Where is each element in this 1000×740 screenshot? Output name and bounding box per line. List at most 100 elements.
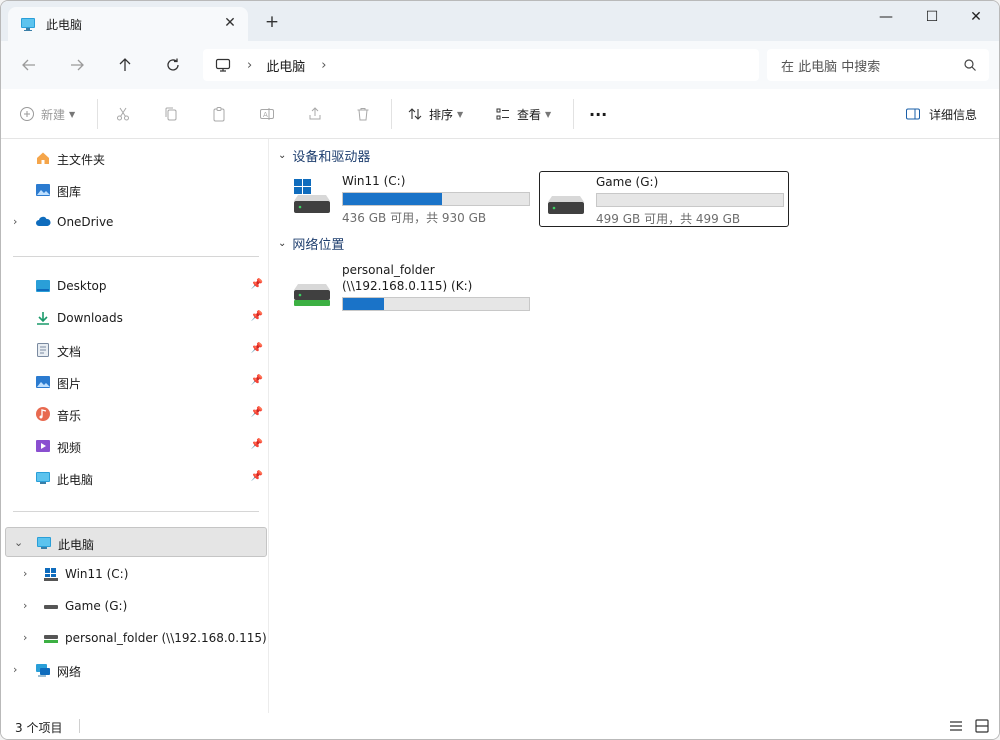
up-button[interactable]	[113, 53, 137, 77]
refresh-icon	[167, 58, 179, 71]
sidebar-item-pictures[interactable]: 图片 📌	[5, 367, 267, 397]
view-button[interactable]: 查看 ▼	[495, 104, 551, 124]
sidebar-item-label: Desktop	[57, 279, 107, 293]
paste-button[interactable]	[211, 104, 227, 124]
minimize-button[interactable]: —	[863, 1, 909, 33]
drive-name: Win11 (C:)	[342, 174, 406, 188]
arrow-right-icon	[71, 59, 84, 71]
group-header-network-locations[interactable]: ⌄ 网络位置	[278, 232, 344, 254]
sidebar-item-network[interactable]: › 网络	[5, 655, 267, 685]
plus-circle-icon	[20, 107, 34, 121]
sidebar-item-label: Downloads	[57, 311, 123, 325]
tab-this-pc[interactable]: 此电脑 ✕	[8, 7, 248, 41]
share-button[interactable]	[307, 104, 323, 124]
chevron-right-icon[interactable]: ›	[13, 663, 17, 676]
video-icon	[36, 440, 50, 452]
sidebar-item-gallery[interactable]: 图库	[5, 175, 267, 205]
chevron-down-icon[interactable]: ⌄	[278, 238, 286, 249]
back-button[interactable]	[17, 53, 41, 77]
pin-icon[interactable]: 📌	[251, 407, 263, 418]
sidebar-item-drive-c[interactable]: › Win11 (C:)	[5, 559, 267, 589]
pin-icon[interactable]: 📌	[251, 375, 263, 386]
sidebar-item-label: Win11 (C:)	[65, 567, 129, 581]
chevron-right-icon[interactable]: ›	[23, 631, 27, 644]
close-window-button[interactable]: ✕	[953, 1, 999, 33]
drive-tile-g[interactable]: Game (G:) 499 GB 可用，共 499 GB	[539, 171, 789, 227]
sidebar-item-drive-g[interactable]: › Game (G:)	[5, 591, 267, 621]
pin-icon[interactable]: 📌	[251, 311, 263, 322]
sidebar-item-home[interactable]: 主文件夹	[5, 143, 267, 173]
gallery-icon	[36, 184, 50, 196]
sidebar-item-label: 网络	[57, 665, 82, 679]
details-pane-icon	[906, 108, 920, 120]
sort-button[interactable]: 排序 ▼	[407, 104, 463, 124]
delete-button[interactable]	[355, 104, 371, 124]
chevron-down-icon: ▼	[545, 109, 552, 119]
sidebar-item-this-pc-pinned[interactable]: 此电脑 📌	[5, 463, 267, 493]
item-count: 3 个项目	[15, 721, 63, 735]
sidebar-item-this-pc[interactable]: ⌄ 此电脑	[5, 527, 267, 557]
sidebar-item-videos[interactable]: 视频 📌	[5, 431, 267, 461]
breadcrumb-chevron-icon[interactable]: ›	[247, 58, 252, 73]
monitor-outline-icon	[215, 58, 231, 72]
pin-icon[interactable]: 📌	[251, 471, 263, 482]
forward-button[interactable]	[65, 53, 89, 77]
sidebar-item-downloads[interactable]: Downloads 📌	[5, 303, 267, 333]
chevron-down-icon[interactable]: ⌄	[14, 536, 23, 549]
network-drive-icon	[294, 284, 330, 306]
status-bar: 3 个项目	[1, 713, 999, 739]
tab-close-icon[interactable]: ✕	[222, 15, 238, 31]
more-options-button[interactable]: ···	[589, 104, 607, 124]
home-icon	[37, 152, 49, 164]
pin-icon[interactable]: 📌	[251, 439, 263, 450]
search-input[interactable]: 在 此电脑 中搜索	[767, 49, 989, 81]
content-pane: ⌄ 设备和驱动器 Win11 (C:) 436 GB 可用，共 930 GB G…	[270, 139, 999, 713]
details-view-icon[interactable]	[947, 717, 965, 735]
trash-icon	[357, 108, 369, 121]
drive-usage-bar	[342, 297, 530, 311]
chevron-right-icon[interactable]: ›	[13, 215, 17, 228]
pin-icon[interactable]: 📌	[251, 279, 263, 290]
chevron-down-icon: ▼	[457, 109, 464, 119]
new-tab-button[interactable]: +	[263, 13, 281, 31]
sidebar-item-documents[interactable]: 文档 📌	[5, 335, 267, 365]
chevron-down-icon[interactable]: ⌄	[278, 150, 286, 161]
toolbar-divider	[391, 99, 392, 129]
drive-space-info: 499 GB 可用，共 499 GB	[596, 212, 741, 226]
arrow-up-icon	[119, 58, 131, 71]
chevron-right-icon[interactable]: ›	[23, 567, 27, 580]
sort-icon	[408, 108, 422, 120]
navigation-pane: 主文件夹 图库 › OneDrive Desktop 📌 Downloads 📌…	[1, 139, 275, 713]
breadcrumb-chevron-icon[interactable]: ›	[321, 58, 326, 73]
chevron-right-icon[interactable]: ›	[23, 599, 27, 612]
pin-icon[interactable]: 📌	[251, 343, 263, 354]
drive-tile-c[interactable]: Win11 (C:) 436 GB 可用，共 930 GB	[286, 171, 534, 227]
group-title: 设备和驱动器	[292, 149, 371, 165]
maximize-button[interactable]: ☐	[909, 1, 955, 33]
rename-button[interactable]: A	[259, 104, 275, 124]
refresh-button[interactable]	[161, 53, 185, 77]
tiles-view-icon[interactable]	[973, 717, 991, 735]
address-bar[interactable]: › 此电脑 ›	[203, 49, 759, 81]
sidebar-item-desktop[interactable]: Desktop 📌	[5, 271, 267, 301]
group-header-devices[interactable]: ⌄ 设备和驱动器	[278, 144, 370, 166]
tab-title: 此电脑	[46, 17, 83, 32]
music-icon	[36, 407, 50, 421]
drive-name: Game (G:)	[596, 175, 659, 189]
breadcrumb-this-pc[interactable]: 此电脑	[266, 56, 305, 75]
cut-button[interactable]	[115, 104, 131, 124]
drive-tile-network[interactable]: personal_folder (\\192.168.0.115) (K:)	[286, 260, 534, 316]
windows-drive-icon	[294, 179, 330, 213]
cloud-icon	[36, 216, 51, 226]
sidebar-item-label: Game (G:)	[65, 599, 128, 613]
sidebar-item-network-drive[interactable]: › personal_folder (\\192.168.0.115) (	[5, 623, 275, 653]
copy-button[interactable]	[163, 104, 179, 124]
details-label: 详细信息	[929, 107, 978, 122]
sidebar-item-music[interactable]: 音乐 📌	[5, 399, 267, 429]
new-button[interactable]: 新建 ▼	[19, 104, 75, 124]
details-pane-button[interactable]: 详细信息	[905, 104, 977, 124]
view-list-icon	[496, 108, 509, 120]
document-icon	[37, 343, 49, 357]
search-icon[interactable]	[963, 58, 977, 72]
sidebar-item-onedrive[interactable]: › OneDrive	[5, 207, 267, 237]
